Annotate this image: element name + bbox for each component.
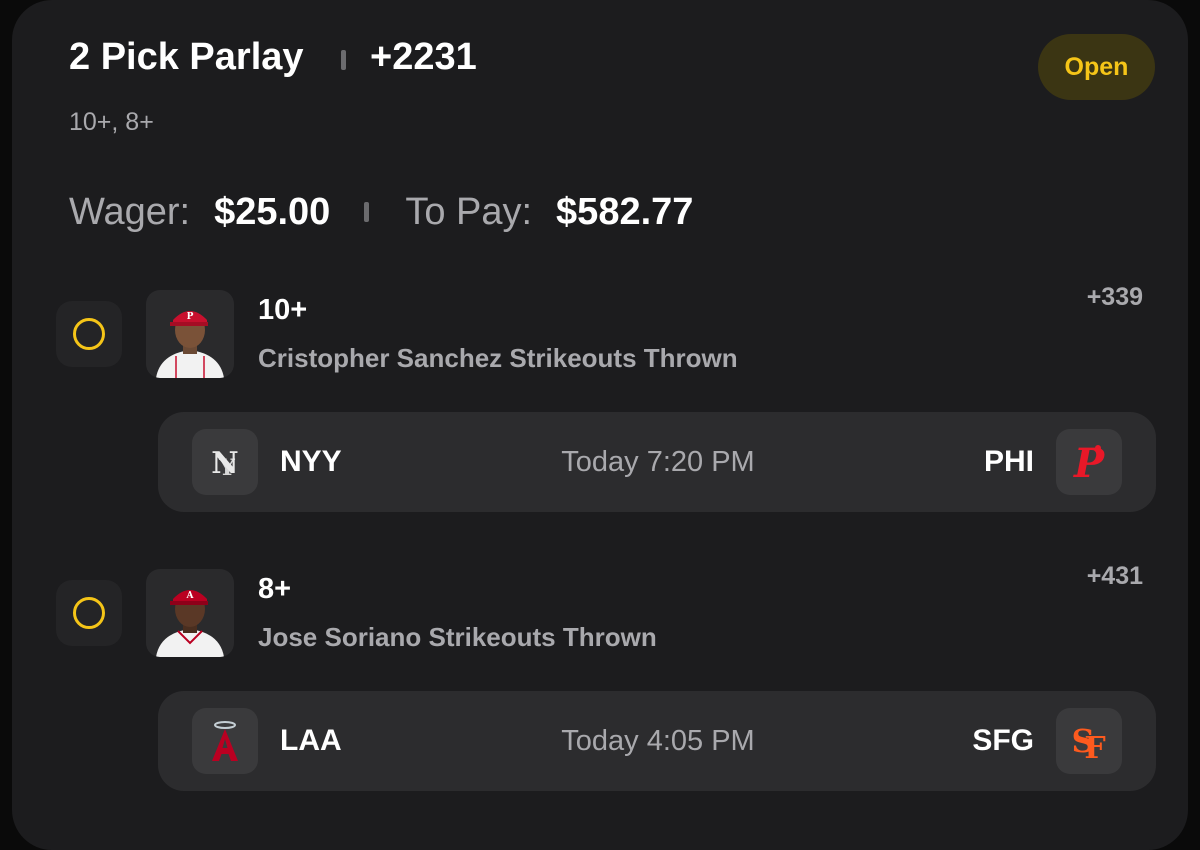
parlay-title: 2 Pick Parlay	[69, 36, 304, 78]
home-team: SFG	[972, 724, 1034, 757]
game-row[interactable]: LAA Today 4:05 PM SFG S F	[158, 691, 1156, 791]
wager-separator	[364, 202, 370, 222]
parlay-subtitle: 10+, 8+	[69, 108, 154, 136]
away-team: LAA	[280, 724, 342, 757]
leg-odds: +339	[1086, 283, 1143, 311]
pending-circle-icon	[73, 318, 105, 350]
svg-text:F: F	[1084, 731, 1105, 764]
game-time: Today 4:05 PM	[561, 725, 755, 757]
giants-logo-icon: S F	[1071, 722, 1105, 764]
yankees-logo-icon: N Y	[211, 446, 238, 481]
player-headshot-icon: A	[156, 590, 224, 657]
home-team: PHI	[983, 445, 1034, 478]
to-pay-amount: $582.77	[556, 190, 694, 233]
leg-status-indicator	[56, 580, 122, 646]
wager-amount: $25.00	[214, 190, 331, 233]
leg-market: Cristopher Sanchez Strikeouts Thrown	[258, 343, 738, 373]
leg-line: 8+	[258, 573, 292, 605]
home-team-logo: S F	[1056, 708, 1122, 774]
svg-text:P: P	[1073, 440, 1106, 485]
parlay-odds: +2231	[370, 36, 477, 78]
svg-text:Y: Y	[218, 455, 235, 481]
leg-odds: +431	[1086, 562, 1143, 590]
player-headshot-icon: P	[156, 311, 224, 378]
away-team-logo: N Y	[192, 429, 258, 495]
away-team-logo	[192, 708, 258, 774]
parlay-card[interactable]: 2 Pick Parlay +2231 Open 10+, 8+ Wager: …	[12, 0, 1188, 850]
leg-line: 10+	[258, 294, 308, 326]
wager-label: Wager:	[69, 190, 191, 233]
status-badge: Open	[1038, 34, 1155, 100]
game-time: Today 7:20 PM	[561, 446, 755, 478]
leg-market: Jose Soriano Strikeouts Thrown	[258, 622, 657, 652]
home-team-logo: P	[1056, 429, 1122, 495]
to-pay-label: To Pay:	[405, 190, 533, 233]
angels-logo-icon	[212, 721, 238, 761]
pending-circle-icon	[73, 597, 105, 629]
away-team: NYY	[280, 445, 342, 478]
svg-text:A: A	[186, 591, 195, 601]
leg-status-indicator	[56, 301, 122, 367]
title-separator	[341, 50, 346, 70]
game-row[interactable]: N Y NYY Today 7:20 PM PHI P	[158, 412, 1156, 512]
player-avatar: A	[146, 569, 234, 657]
svg-text:P: P	[187, 312, 194, 322]
player-avatar: P	[146, 290, 234, 378]
wager-summary: Wager: $25.00 To Pay: $582.77	[69, 188, 693, 236]
phillies-logo-icon: P	[1073, 440, 1106, 485]
